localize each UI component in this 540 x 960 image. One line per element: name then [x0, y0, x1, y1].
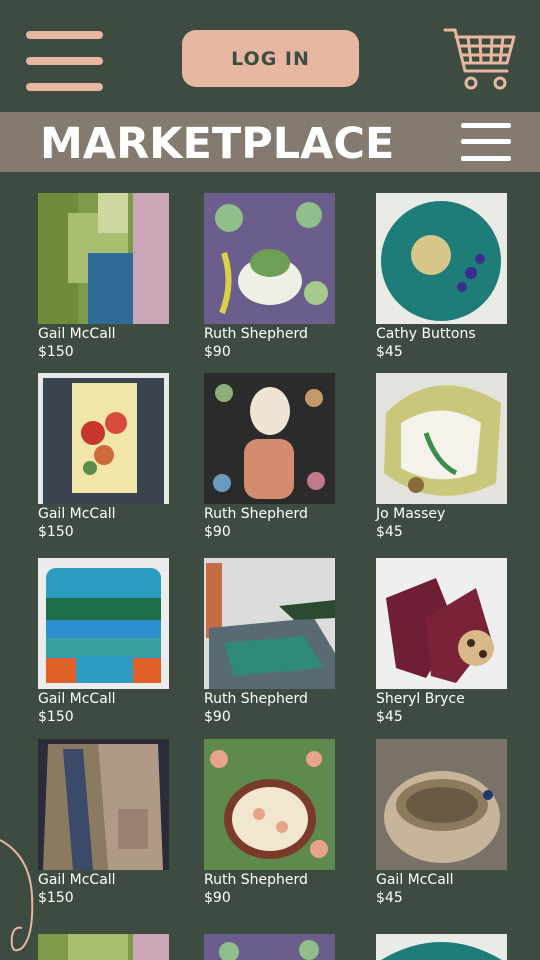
product-card[interactable] [376, 934, 516, 960]
seller-name: Gail McCall [38, 506, 116, 522]
seller-name: Gail McCall [38, 691, 116, 707]
product-card[interactable]: Ruth Shepherd $90 [204, 373, 344, 541]
product-card[interactable]: Jo Massey $45 [376, 373, 516, 541]
product-card[interactable]: Cathy Buttons $45 [376, 193, 516, 361]
seller-name: Ruth Shepherd [204, 691, 308, 707]
price: $150 [38, 709, 74, 725]
top-bar: LOG IN [0, 0, 540, 112]
product-image [204, 373, 335, 504]
hamburger-menu-icon[interactable] [26, 31, 103, 91]
product-card[interactable] [38, 934, 178, 960]
decorative-swirl [0, 839, 34, 952]
seller-name: Gail McCall [38, 326, 116, 342]
product-image [204, 934, 335, 960]
seller-name: Sheryl Bryce [376, 691, 465, 707]
product-image [204, 739, 335, 870]
product-card[interactable]: Gail McCall $150 [38, 193, 178, 361]
price: $45 [376, 524, 403, 540]
product-card[interactable]: Ruth Shepherd $90 [204, 193, 344, 361]
seller-name: Ruth Shepherd [204, 506, 308, 522]
price: $150 [38, 890, 74, 906]
seller-name: Jo Massey [376, 506, 446, 522]
product-card[interactable] [204, 934, 344, 960]
seller-name: Cathy Buttons [376, 326, 476, 342]
product-image [204, 558, 335, 689]
product-card[interactable]: Gail McCall $150 [38, 739, 178, 907]
price: $90 [204, 344, 231, 360]
filter-menu-icon[interactable] [461, 123, 511, 161]
product-image [38, 558, 169, 689]
product-image [38, 373, 169, 504]
product-image [204, 193, 335, 324]
price: $90 [204, 890, 231, 906]
price: $45 [376, 344, 403, 360]
product-image [376, 373, 507, 504]
page-title: MARKETPLACE [40, 119, 395, 169]
product-card[interactable]: Gail McCall $45 [376, 739, 516, 907]
product-image [38, 193, 169, 324]
product-image [38, 934, 169, 960]
seller-name: Gail McCall [376, 872, 454, 888]
product-card[interactable]: Ruth Shepherd $90 [204, 558, 344, 726]
product-image [376, 934, 507, 960]
seller-name: Gail McCall [38, 872, 116, 888]
price: $90 [204, 709, 231, 725]
price: $150 [38, 344, 74, 360]
product-card[interactable]: Sheryl Bryce $45 [376, 558, 516, 726]
product-image [38, 739, 169, 870]
product-card[interactable]: Gail McCall $150 [38, 373, 178, 541]
seller-name: Ruth Shepherd [204, 326, 308, 342]
price: $45 [376, 890, 403, 906]
price: $45 [376, 709, 403, 725]
price: $150 [38, 524, 74, 540]
product-image [376, 558, 507, 689]
login-button[interactable]: LOG IN [182, 30, 359, 87]
product-card[interactable]: Ruth Shepherd $90 [204, 739, 344, 907]
product-image [376, 193, 507, 324]
product-image [376, 739, 507, 870]
seller-name: Ruth Shepherd [204, 872, 308, 888]
shopping-cart-icon[interactable] [443, 27, 517, 93]
product-card[interactable]: Gail McCall $150 [38, 558, 178, 726]
price: $90 [204, 524, 231, 540]
